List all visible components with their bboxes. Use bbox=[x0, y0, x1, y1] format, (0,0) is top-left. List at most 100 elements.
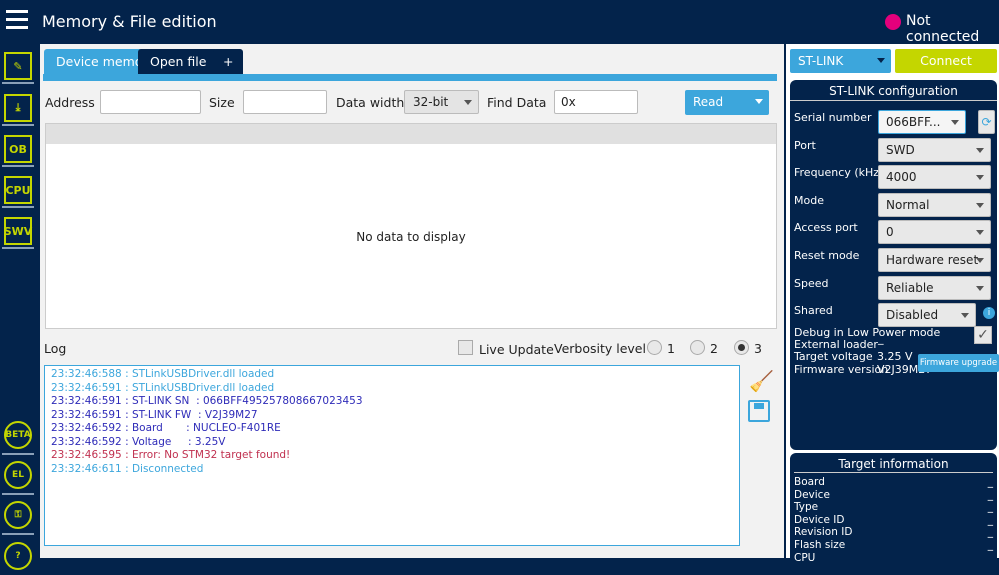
sidebar-item-help[interactable]: ? bbox=[2, 537, 34, 575]
config-title: ST-LINK configuration bbox=[790, 84, 997, 101]
chevron-down-icon bbox=[976, 258, 984, 263]
edit-icon: ✎ bbox=[4, 52, 32, 80]
config-select[interactable]: Reliable bbox=[878, 275, 991, 300]
debug-low-power-checkbox[interactable]: ✓ bbox=[974, 326, 992, 344]
connect-button[interactable]: Connect bbox=[895, 49, 997, 73]
interface-select[interactable]: ST-LINK bbox=[790, 49, 891, 73]
hamburger-menu-icon[interactable] bbox=[6, 10, 28, 30]
tab-add[interactable]: + bbox=[213, 49, 244, 74]
config-value: SWD bbox=[886, 142, 915, 157]
log-line: 23:32:46:592 : Board : NUCLEO-F401RE bbox=[51, 422, 281, 434]
config-label: Serial number bbox=[794, 111, 872, 124]
target-info-panel: Target information Board _ Device _ Type _ Dev… bbox=[790, 453, 997, 573]
target-info-row: Revision ID _ bbox=[790, 526, 997, 539]
cpu-icon: CPU bbox=[4, 176, 32, 204]
target-info-value: _ bbox=[987, 488, 993, 501]
radio-selected-dot bbox=[738, 344, 745, 351]
header: Memory & File edition Not connected bbox=[0, 0, 999, 45]
config-value: Reliable bbox=[886, 280, 934, 295]
memory-grid: No data to display bbox=[45, 123, 777, 329]
refresh-icon[interactable]: ⟳ bbox=[978, 110, 995, 134]
chevron-down-icon bbox=[464, 100, 472, 105]
empty-message: No data to display bbox=[356, 230, 466, 244]
live-update-checkbox[interactable] bbox=[458, 340, 473, 355]
info-icon[interactable]: i bbox=[983, 307, 995, 319]
sidebar-item-swv[interactable]: SWV bbox=[2, 215, 34, 249]
size-input[interactable] bbox=[243, 90, 327, 114]
verbosity-radio-1[interactable] bbox=[647, 340, 662, 355]
config-select[interactable]: Disabled bbox=[878, 303, 976, 328]
sidebar-item-security[interactable]: ⚿ bbox=[2, 497, 34, 535]
target-info-value: _ bbox=[987, 501, 993, 514]
log-line: 23:32:46:611 : Disconnected bbox=[51, 462, 204, 475]
chevron-down-icon bbox=[877, 58, 885, 63]
target-info-row: Flash size _ bbox=[790, 539, 997, 552]
sidebar-item-beta[interactable]: BETA bbox=[2, 417, 34, 455]
config-value: 0 bbox=[886, 225, 894, 240]
page-title: Memory & File edition bbox=[42, 12, 217, 31]
config-label: Port bbox=[794, 138, 816, 152]
log-line: 23:32:46:591 : ST-LINK SN : 066BFF495257… bbox=[51, 395, 363, 407]
config-select[interactable]: SWD bbox=[878, 137, 991, 162]
verbosity-radio-3[interactable] bbox=[734, 340, 749, 355]
log-line: 23:32:46:592 : Voltage : 3.25V bbox=[51, 435, 226, 448]
target-info-value: _ bbox=[987, 513, 993, 526]
config-label: Mode bbox=[794, 193, 824, 207]
stlink-config-panel: ST-LINK configuration Serial number 066BF… bbox=[790, 80, 999, 450]
verbosity-label-3: 3 bbox=[754, 341, 762, 356]
target-info-label: Device ID bbox=[794, 513, 845, 526]
target-info-label: Type bbox=[794, 501, 819, 514]
chevron-down-icon bbox=[976, 285, 984, 291]
target-voltage-value: 3.25 V bbox=[877, 350, 913, 363]
clear-log-icon[interactable]: 🧹 bbox=[749, 369, 774, 393]
log-line: 23:32:46:591 : STLinkUSBDriver.dll loade… bbox=[51, 381, 275, 394]
chevron-down-icon bbox=[961, 313, 969, 319]
read-button[interactable]: Read bbox=[685, 90, 769, 115]
address-input[interactable] bbox=[100, 90, 201, 114]
sidebar-item-external-loader[interactable]: EL bbox=[2, 457, 34, 495]
config-select[interactable]: 0 bbox=[878, 220, 991, 245]
target-info-label: Board bbox=[794, 476, 825, 488]
sidebar-item-memory-edit[interactable]: ✎ bbox=[2, 50, 34, 84]
swv-icon: SWV bbox=[4, 217, 32, 245]
config-value: Disabled bbox=[886, 308, 939, 323]
sidebar-item-download[interactable]: ⤓ bbox=[2, 92, 34, 126]
save-log-icon[interactable] bbox=[748, 400, 770, 422]
chevron-down-icon bbox=[951, 120, 959, 125]
verbosity-label: Verbosity level bbox=[554, 341, 646, 356]
config-select[interactable]: Hardware reset bbox=[878, 248, 991, 272]
interface-value: ST-LINK bbox=[798, 54, 844, 68]
config-select[interactable]: Normal bbox=[878, 192, 991, 217]
download-icon: ⤓ bbox=[4, 94, 32, 122]
data-width-value: 32-bit bbox=[413, 95, 449, 109]
config-select[interactable]: 4000 bbox=[878, 165, 991, 190]
config-select[interactable]: 066BFF... bbox=[878, 110, 966, 134]
data-width-label: Data width bbox=[336, 95, 405, 110]
target-info-row: Device _ bbox=[790, 489, 997, 502]
data-width-select[interactable]: 32-bit bbox=[404, 90, 479, 114]
beta-bug-icon: BETA bbox=[4, 421, 32, 449]
live-update-label: Live Update bbox=[479, 342, 554, 357]
target-info-value: _ bbox=[987, 476, 993, 488]
target-info-row: Device ID _ bbox=[790, 514, 997, 527]
address-label: Address bbox=[45, 95, 95, 110]
external-loader-icon: EL bbox=[4, 461, 32, 489]
sidebar-item-cpu[interactable]: CPU bbox=[2, 174, 34, 208]
log-output[interactable]: 23:32:46:588 : STLinkUSBDriver.dll loade… bbox=[44, 365, 740, 546]
target-info-label: Device bbox=[794, 488, 830, 501]
tab-open-file[interactable]: Open file bbox=[138, 49, 219, 74]
chevron-down-icon bbox=[976, 175, 984, 181]
chevron-down-icon bbox=[976, 202, 984, 208]
config-value: 4000 bbox=[886, 170, 917, 185]
connection-status: Not connected bbox=[906, 13, 980, 45]
sidebar-item-ob[interactable]: OB bbox=[2, 133, 34, 167]
target-info-label: Revision ID bbox=[794, 526, 853, 539]
firmware-upgrade-button[interactable]: Firmware upgrade bbox=[918, 354, 999, 372]
read-label: Read bbox=[693, 95, 724, 109]
target-info-label: Flash size bbox=[794, 538, 846, 551]
find-data-input[interactable]: 0x bbox=[554, 90, 638, 114]
verbosity-radio-2[interactable] bbox=[690, 340, 705, 355]
verbosity-label-2: 2 bbox=[710, 341, 718, 356]
config-label: Frequency (kHz) bbox=[794, 166, 884, 180]
tab-underline bbox=[43, 74, 777, 81]
